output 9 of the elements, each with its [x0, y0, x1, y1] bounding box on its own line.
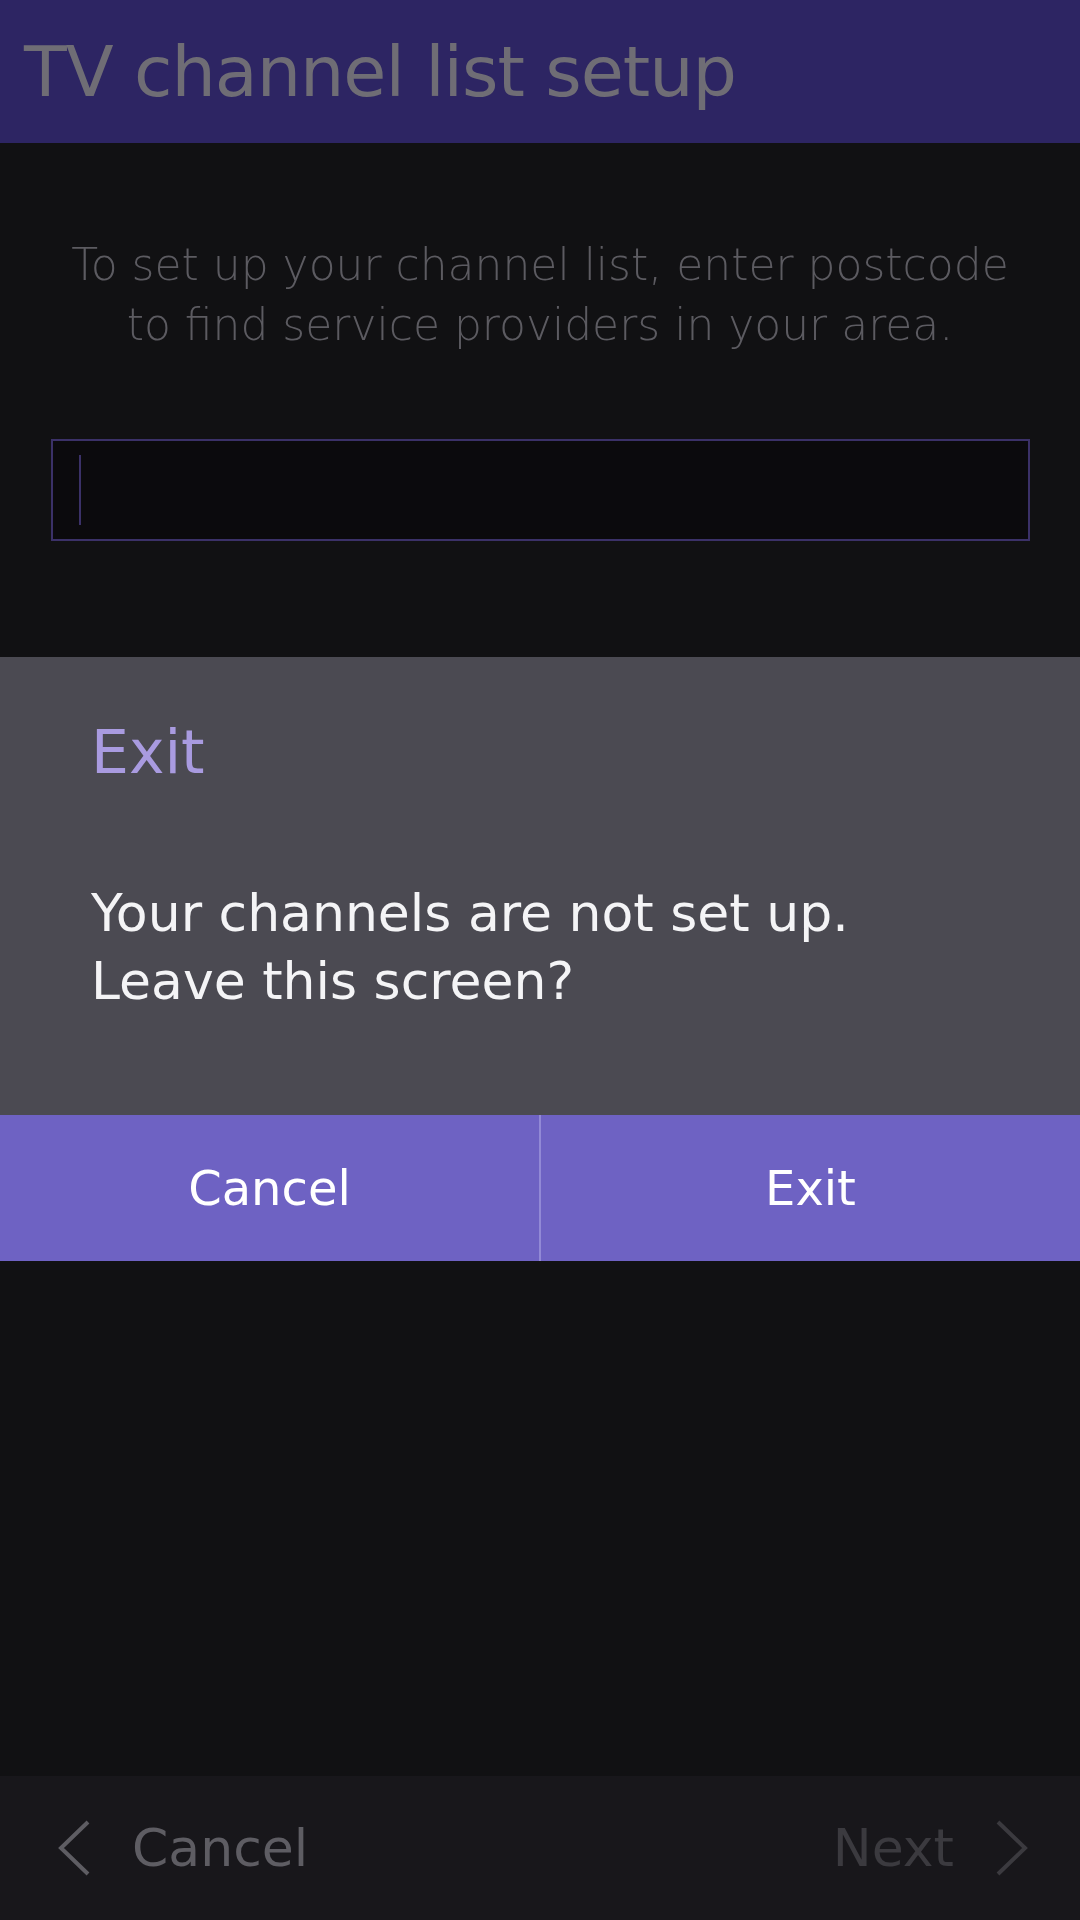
back-button[interactable]: Cancel: [56, 1818, 309, 1878]
screen-title: TV channel list setup: [24, 30, 736, 113]
chevron-right-icon: [994, 1819, 1030, 1877]
dialog-title: Exit: [91, 717, 206, 787]
postcode-field[interactable]: [50, 439, 1030, 541]
instruction-text: To set up your channel list, enter postcode to find service providers in your area.: [70, 238, 1010, 352]
dialog-message: Your channels are not set up. Leave this screen?: [91, 882, 850, 1013]
chevron-left-icon: [56, 1819, 92, 1877]
text-cursor: [78, 455, 81, 525]
